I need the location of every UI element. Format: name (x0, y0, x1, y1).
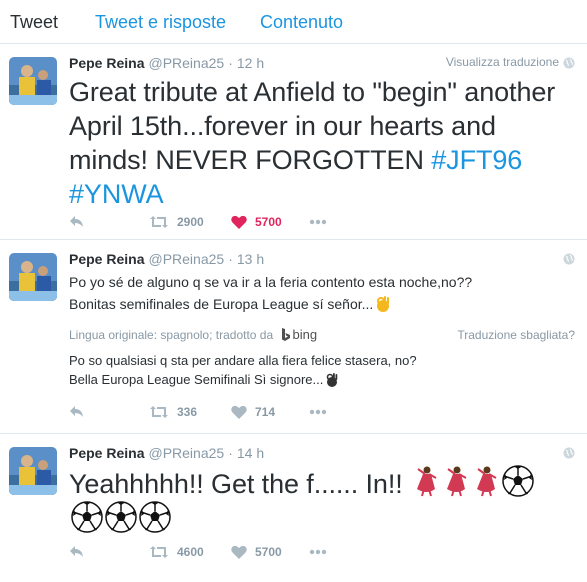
author-handle[interactable]: @PReina25 (148, 251, 224, 267)
tab-tweet[interactable]: Tweet (10, 11, 58, 33)
translated-line: Po so qualsiasi q sta per andare alla fi… (69, 353, 417, 368)
more-icon (309, 549, 327, 555)
bing-label: bing (292, 327, 318, 342)
retweet-icon (150, 406, 168, 418)
more-button[interactable] (309, 402, 327, 422)
like-button[interactable]: 5700 (231, 212, 282, 232)
tweet-header: Pepe Reina @PReina25 · 13 h (69, 250, 264, 268)
more-button[interactable] (309, 212, 327, 232)
tweet-header: Pepe Reina @PReina25 · 12 h (69, 54, 264, 72)
reply-button[interactable] (69, 542, 85, 562)
soccer-ball-emoji-icon (139, 501, 171, 533)
more-icon (309, 409, 327, 415)
like-button[interactable]: 714 (231, 402, 275, 422)
wrong-translation-link[interactable]: Traduzione sbagliata? (457, 327, 575, 343)
translation-note: Lingua originale: spagnolo; tradotto da (69, 328, 274, 342)
tweet-item[interactable]: Pepe Reina @PReina25 · 14 h Yeahhhhh!! Get … (0, 435, 587, 582)
tweet-item[interactable]: Pepe Reina @PReina25 · 13 h Po yo sé de alg… (0, 241, 587, 434)
avatar[interactable] (9, 253, 57, 301)
separator-dot: · (228, 251, 233, 267)
heart-icon (231, 215, 247, 229)
separator-dot: · (228, 445, 233, 461)
tab-contenuto[interactable]: Contenuto (260, 11, 343, 33)
heart-icon (231, 545, 247, 559)
reply-icon (70, 406, 83, 417)
retweet-count: 336 (177, 405, 198, 419)
tweet-timestamp[interactable]: 13 h (237, 251, 264, 267)
tweet-actions: 4600 5700 (69, 542, 469, 562)
translation-attribution: Lingua originale: spagnolo; tradotto da … (69, 327, 575, 343)
dancer-emoji-icon (477, 466, 497, 497)
hashtag-link[interactable]: #JFT96 (431, 145, 522, 175)
tweet-header: Pepe Reina @PReina25 · 14 h (69, 444, 264, 462)
retweet-icon (150, 216, 168, 228)
retweet-button[interactable]: 2900 (149, 212, 204, 232)
separator-dot: · (228, 55, 233, 71)
like-button[interactable]: 5700 (231, 542, 282, 562)
retweet-button[interactable]: 4600 (149, 542, 204, 562)
retweet-count: 4600 (177, 545, 204, 559)
author-handle[interactable]: @PReina25 (148, 55, 224, 71)
globe-icon[interactable] (563, 447, 575, 459)
dancer-emoji-icon (447, 466, 467, 497)
tweet-text-line: Bonitas semifinales de Europa League sí … (69, 296, 374, 312)
reply-button[interactable] (69, 212, 85, 232)
author-name[interactable]: Pepe Reina (69, 55, 144, 71)
translated-text: Po so qualsiasi q sta per andare alla fi… (69, 351, 569, 389)
tweet-text-line: Po yo sé de alguno q se va ir a la feria… (69, 274, 473, 290)
tweet-timestamp[interactable]: 12 h (237, 55, 264, 71)
hashtag-link[interactable]: #YNWA (69, 179, 164, 209)
tweet-actions: 2900 5700 (69, 212, 469, 232)
more-icon (309, 219, 327, 225)
soccer-ball-emoji-icon (105, 501, 137, 533)
ok-hand-emoji-icon (377, 296, 390, 312)
tweet-text-main: Yeahhhhh!! Get the f...... In!! (69, 469, 403, 499)
author-handle[interactable]: @PReina25 (148, 445, 224, 461)
soccer-ball-emoji-icon (502, 465, 534, 497)
tweet-text: Yeahhhhh!! Get the f...... In!! (69, 465, 569, 537)
bing-logo-icon (281, 328, 290, 341)
author-name[interactable]: Pepe Reina (69, 445, 144, 461)
globe-icon[interactable] (563, 253, 575, 265)
tweet-actions: 336 714 (69, 402, 469, 422)
more-button[interactable] (309, 542, 327, 562)
reply-button[interactable] (69, 402, 85, 422)
translated-line: Bella Europa League Semifinali Sì signor… (69, 372, 324, 387)
avatar[interactable] (9, 57, 57, 105)
retweet-icon (150, 546, 168, 558)
tweet-text: Po yo sé de alguno q se va ir a la feria… (69, 271, 569, 315)
retweet-button[interactable]: 336 (149, 402, 197, 422)
like-count: 5700 (255, 545, 282, 559)
soccer-ball-emoji-icon (71, 501, 103, 533)
dancer-emoji-icon (417, 466, 437, 497)
retweet-count: 2900 (177, 215, 204, 229)
reply-icon (70, 546, 83, 557)
reply-icon (70, 216, 83, 227)
avatar[interactable] (9, 447, 57, 495)
tweet-timestamp[interactable]: 14 h (237, 445, 264, 461)
profile-tabs: Tweet Tweet e risposte Contenuto (0, 0, 587, 44)
tab-tweet-e-risposte[interactable]: Tweet e risposte (95, 11, 226, 33)
author-name[interactable]: Pepe Reina (69, 251, 144, 267)
like-count: 5700 (255, 215, 282, 229)
ok-hand-emoji-icon (327, 373, 338, 387)
tweet-text: Great tribute at Anfield to "begin" anot… (69, 75, 569, 211)
heart-icon (231, 405, 247, 419)
view-translation-link[interactable]: Visualizza traduzione (446, 55, 559, 69)
like-count: 714 (255, 405, 276, 419)
globe-icon[interactable] (563, 57, 575, 69)
tweet-item[interactable]: Pepe Reina @PReina25 · 12 h Visualizza trad… (0, 45, 587, 240)
